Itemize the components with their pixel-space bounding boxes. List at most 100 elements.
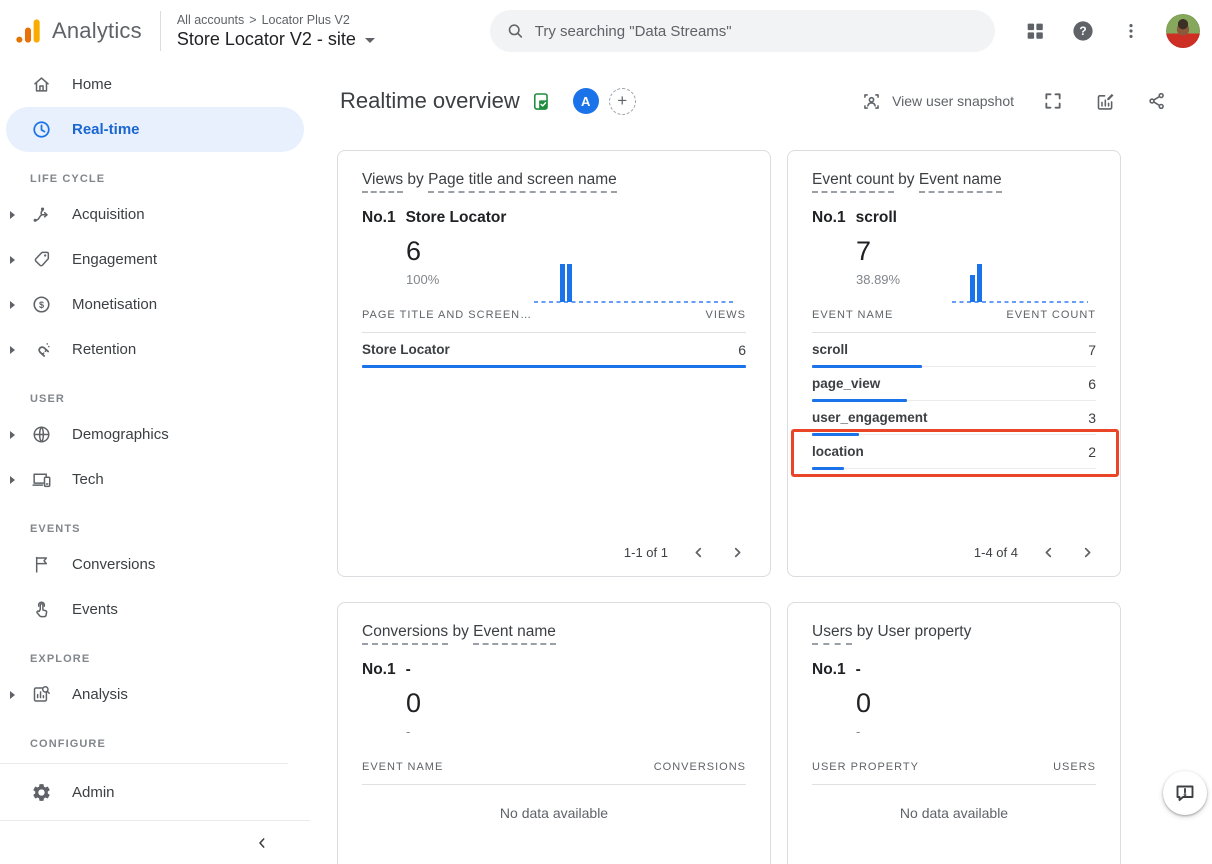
pagination-prev-icon[interactable]	[690, 544, 707, 561]
customize-report-icon[interactable]	[1092, 88, 1118, 114]
share-icon[interactable]	[1144, 88, 1170, 114]
card-title-metric[interactable]: Event count	[812, 171, 894, 193]
expand-arrow-icon[interactable]	[10, 691, 15, 699]
metric-percent: -	[406, 724, 746, 739]
view-user-snapshot-button[interactable]: View user snapshot	[861, 91, 1014, 112]
sidebar-section-user: USER	[0, 372, 310, 412]
breadcrumb-account[interactable]: All accounts	[177, 13, 244, 27]
add-comparison-button[interactable]: +	[609, 88, 636, 115]
expand-arrow-icon[interactable]	[10, 256, 15, 264]
sidebar-item-demographics[interactable]: Demographics	[0, 412, 310, 457]
card-title-metric[interactable]: Users	[812, 623, 852, 645]
sidebar-item-home[interactable]: Home	[0, 62, 310, 107]
row-label: scroll	[812, 342, 848, 357]
pagination-next-icon[interactable]	[729, 544, 746, 561]
row-label: Store Locator	[362, 342, 450, 357]
sidebar-item-real-time[interactable]: Real-time	[6, 107, 304, 152]
table-row[interactable]: scroll7	[812, 333, 1096, 367]
collapse-sidebar-button[interactable]	[254, 835, 270, 851]
sidebar-item-monetisation[interactable]: $Monetisation	[0, 282, 310, 327]
feedback-button[interactable]	[1163, 771, 1207, 815]
chevron-down-icon	[365, 38, 375, 43]
row-value: 6	[1088, 376, 1096, 392]
breadcrumb: All accounts > Locator Plus V2	[177, 13, 375, 27]
table-row[interactable]: location2	[812, 435, 1096, 469]
table-row[interactable]: Store Locator6	[362, 333, 746, 367]
sidebar-item-events[interactable]: Events	[0, 587, 310, 632]
brand-name: Analytics	[52, 18, 142, 44]
sidebar-item-label: Admin	[72, 784, 115, 801]
sidebar-item-analysis[interactable]: Analysis	[0, 672, 310, 717]
report-actions: View user snapshot	[861, 88, 1170, 114]
sidebar-item-label: Monetisation	[72, 296, 157, 313]
sidebar-item-tech[interactable]: Tech	[0, 457, 310, 502]
chart-bar	[970, 275, 975, 302]
sidebar-item-label: Engagement	[72, 251, 157, 268]
row-value: 2	[1088, 444, 1096, 460]
card-title-connector: by	[403, 171, 428, 188]
rank-value: -	[406, 661, 411, 678]
table-row[interactable]: user_engagement3	[812, 401, 1096, 435]
top-rank-row: No.1Store Locator	[362, 209, 746, 227]
data-quality-icon[interactable]	[532, 92, 551, 111]
pagination: 1-1 of 1	[624, 544, 746, 561]
globe-icon	[30, 424, 52, 446]
chart-bar	[560, 264, 565, 302]
property-switcher[interactable]: Store Locator V2 - site	[177, 29, 375, 50]
card-title-metric[interactable]: Views	[362, 171, 403, 193]
search-input[interactable]	[535, 23, 979, 40]
card-title: Event count by Event name	[812, 171, 1096, 189]
card-title-connector: by	[852, 623, 877, 640]
pagination-prev-icon[interactable]	[1040, 544, 1057, 561]
expand-arrow-icon[interactable]	[10, 346, 15, 354]
sidebar-item-conversions[interactable]: Conversions	[0, 542, 310, 587]
top-bar: Analytics All accounts > Locator Plus V2…	[0, 0, 1212, 62]
row-label: page_view	[812, 376, 880, 391]
expand-arrow-icon[interactable]	[10, 431, 15, 439]
search-icon	[506, 21, 525, 41]
kebab-menu-icon[interactable]	[1118, 18, 1144, 44]
expand-arrow-icon[interactable]	[10, 211, 15, 219]
sidebar-item-label: Real-time	[72, 121, 140, 138]
search-bar[interactable]	[490, 10, 995, 52]
sidebar-item-label: Conversions	[72, 556, 155, 573]
sidebar-item-acquisition[interactable]: Acquisition	[0, 192, 310, 237]
rank-label: No.1	[362, 661, 396, 678]
sidebar-item-label: Acquisition	[72, 206, 145, 223]
sidebar-item-admin[interactable]: Admin	[0, 770, 310, 815]
expand-arrow-icon[interactable]	[10, 301, 15, 309]
column-header-dimension: USER PROPERTY	[812, 761, 919, 773]
sidebar-item-retention[interactable]: Retention	[0, 327, 310, 372]
rank-value: scroll	[856, 209, 897, 226]
fullscreen-icon[interactable]	[1040, 88, 1066, 114]
rank-label: No.1	[362, 209, 396, 226]
user-snapshot-icon	[861, 91, 882, 112]
card-title-dimension[interactable]: Page title and screen name	[428, 171, 617, 193]
card-title-dimension[interactable]: User property	[877, 623, 971, 640]
column-header-metric: EVENT COUNT	[1006, 309, 1096, 321]
analytics-logo[interactable]	[14, 17, 42, 45]
column-header-dimension: EVENT NAME	[362, 761, 443, 773]
sidebar-section-explore: EXPLORE	[0, 632, 310, 672]
card-title-dimension[interactable]: Event name	[919, 171, 1002, 193]
apps-grid-icon[interactable]	[1022, 18, 1048, 44]
sidebar-item-label: Tech	[72, 471, 104, 488]
home-icon	[30, 74, 52, 96]
pagination-next-icon[interactable]	[1079, 544, 1096, 561]
sidebar-nav: HomeReal-timeLIFE CYCLEAcquisitionEngage…	[0, 62, 310, 822]
sidebar-item-engagement[interactable]: Engagement	[0, 237, 310, 282]
analytics-logo-icon	[14, 17, 42, 45]
row-label: user_engagement	[812, 410, 928, 425]
card-title-metric[interactable]: Conversions	[362, 623, 448, 645]
tag-icon	[30, 249, 52, 271]
table-header-row: USER PROPERTYUSERS	[812, 761, 1096, 785]
expand-arrow-icon[interactable]	[10, 476, 15, 484]
sidebar: HomeReal-timeLIFE CYCLEAcquisitionEngage…	[0, 62, 310, 864]
analytics-app: Analytics All accounts > Locator Plus V2…	[0, 0, 1212, 864]
table-row[interactable]: page_view 6	[812, 367, 1096, 401]
card-title-dimension[interactable]: Event name	[473, 623, 556, 645]
comparison-badge-a[interactable]: A	[573, 88, 599, 114]
avatar[interactable]	[1166, 14, 1200, 48]
breadcrumb-property-group[interactable]: Locator Plus V2	[262, 13, 350, 27]
help-icon[interactable]: ?	[1070, 18, 1096, 44]
